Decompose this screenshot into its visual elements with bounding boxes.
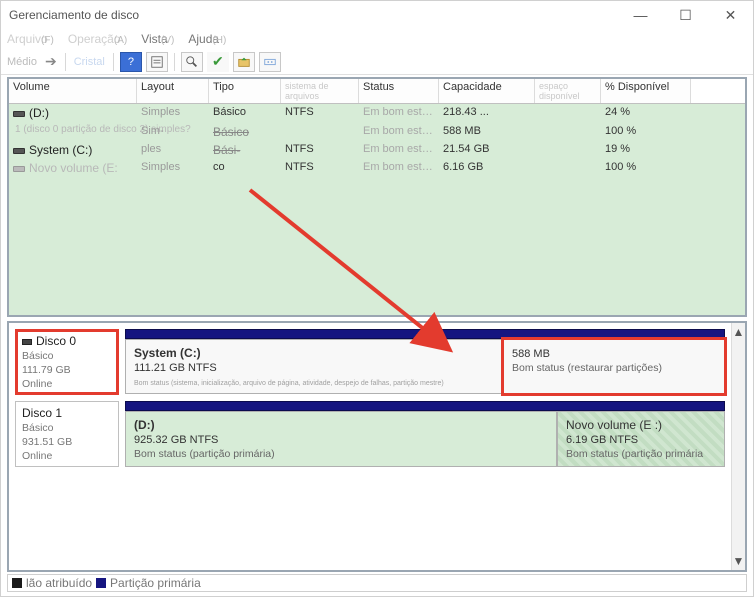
toolbar-separator <box>174 53 175 71</box>
col-espaco[interactable]: espaço disponível <box>535 79 601 103</box>
volume-rows: (D:) Simples Básico NTFS Em bom estado (… <box>9 104 745 315</box>
volume-row[interactable]: System (C:) ples Bási- NTFS Em bom estad… <box>9 141 745 159</box>
toolbar-cristal[interactable]: Cristal <box>72 56 107 68</box>
properties-icon[interactable] <box>146 52 168 72</box>
volume-icon <box>13 166 25 172</box>
disk-state: Online <box>22 450 112 462</box>
disk-row: Disco 1 Básico 931.51 GB Online (D:) 925… <box>15 401 725 467</box>
partition-d[interactable]: (D:) 925.32 GB NTFS Bom status (partição… <box>125 411 557 467</box>
settings-icon[interactable] <box>259 52 281 72</box>
col-pct[interactable]: % Disponível <box>601 79 691 103</box>
scrollbar[interactable]: ▲▼ <box>731 323 745 570</box>
toolbar: Médio ➔ Cristal ? ✔ <box>1 49 753 75</box>
maximize-button[interactable]: ☐ <box>663 1 708 29</box>
menu-operacao[interactable]: Operação (A) <box>68 32 127 46</box>
legend-swatch-unallocated <box>12 578 22 588</box>
partition-588mb[interactable]: 588 MB Bom status (restaurar partições) <box>503 339 725 394</box>
toolbar-medio[interactable]: Médio <box>5 56 39 68</box>
col-status[interactable]: Status <box>359 79 439 103</box>
disk-size: 931.51 GB <box>22 436 112 448</box>
col-capacidade[interactable]: Capacidade <box>439 79 535 103</box>
toolbar-separator <box>113 53 114 71</box>
check-icon[interactable]: ✔ <box>207 52 229 72</box>
window-title: Gerenciamento de disco <box>9 8 618 22</box>
column-headers: Volume Layout Tipo sistema de arquivos S… <box>9 79 745 104</box>
disk-type: Básico <box>22 422 112 434</box>
volume-row[interactable]: Sim- Básico Em bom estado (cerca de 588M… <box>9 123 745 141</box>
close-button[interactable]: ✕ <box>708 1 753 29</box>
volume-row[interactable]: (D:) Simples Básico NTFS Em bom estado (… <box>9 104 745 122</box>
disk-header-bar <box>125 329 725 339</box>
disk-header-bar <box>125 401 725 411</box>
col-sistema[interactable]: sistema de arquivos <box>281 79 359 103</box>
menu-ajuda[interactable]: Ajuda (H) <box>188 32 226 46</box>
folder-up-icon[interactable] <box>233 52 255 72</box>
legend-label-unallocated: lão atribuído <box>26 576 92 590</box>
volume-icon <box>13 148 25 154</box>
partition-e[interactable]: Novo volume (E :) 6.19 GB NTFS Bom statu… <box>557 411 725 467</box>
disk0-label[interactable]: Disco 0 Básico 111.79 GB Online <box>15 329 119 395</box>
search-icon[interactable] <box>181 52 203 72</box>
menu-arquivo[interactable]: Arquivo (F) <box>7 32 54 46</box>
disk-row: Disco 0 Básico 111.79 GB Online System (… <box>15 329 725 395</box>
disk-type: Básico <box>22 350 112 362</box>
disk-icon <box>22 339 32 345</box>
volume-icon <box>13 111 25 117</box>
minimize-button[interactable]: — <box>618 1 663 29</box>
legend: lão atribuído Partição primária <box>7 574 747 592</box>
partition-system-c[interactable]: System (C:) 111.21 GB NTFS Bom status (s… <box>125 339 503 394</box>
menu-vista[interactable]: Vista (V) <box>141 32 174 46</box>
help-icon[interactable]: ? <box>120 52 142 72</box>
toolbar-separator <box>65 53 66 71</box>
legend-label-primary: Partição primária <box>110 576 201 590</box>
col-tipo[interactable]: Tipo <box>209 79 281 103</box>
disk-graphical-panel: ▲▼ Disco 0 Básico 111.79 GB Online Syste… <box>7 321 747 572</box>
volume-list-panel: Volume Layout Tipo sistema de arquivos S… <box>7 77 747 317</box>
volume-row[interactable]: Novo volume (E: Simples co NTFS Em bom e… <box>9 159 745 177</box>
menu-bar: Arquivo (F) Operação (A) Vista (V) Ajuda… <box>1 29 753 49</box>
col-volume[interactable]: Volume <box>9 79 137 103</box>
arrow-icon: ➔ <box>43 53 59 70</box>
col-layout[interactable]: Layout <box>137 79 209 103</box>
disk-state: Online <box>22 378 112 390</box>
disk1-label[interactable]: Disco 1 Básico 931.51 GB Online <box>15 401 119 467</box>
disk-size: 111.79 GB <box>22 364 112 376</box>
legend-swatch-primary <box>96 578 106 588</box>
